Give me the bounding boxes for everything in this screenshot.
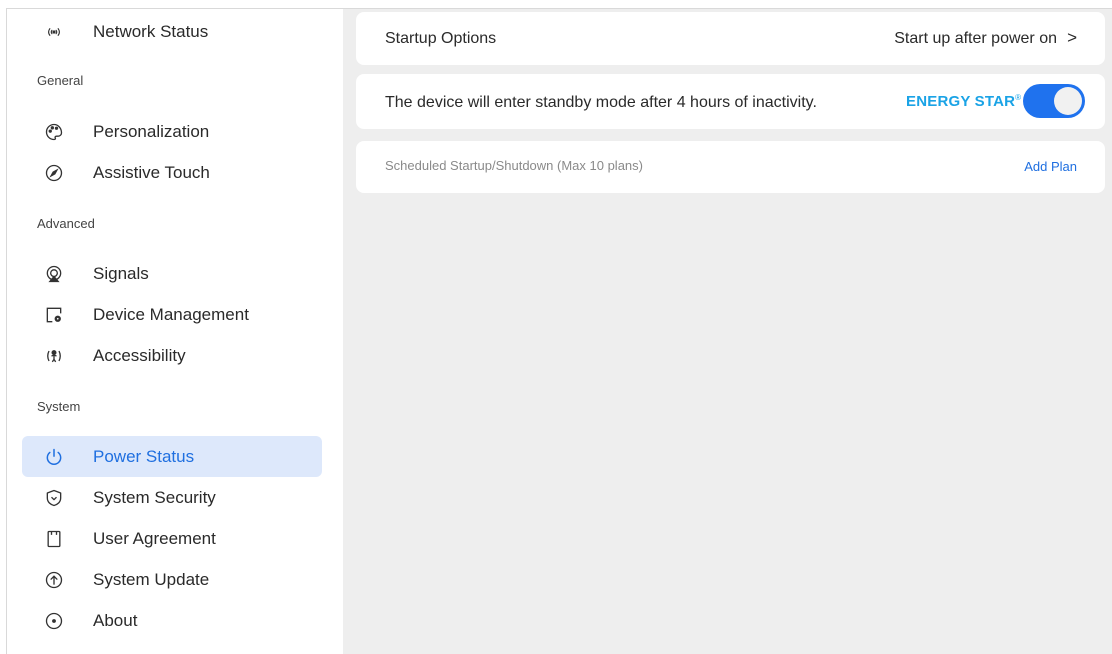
sidebar-item-label: About (93, 610, 138, 630)
startup-options-label: Startup Options (385, 30, 497, 47)
sidebar-item-system-security[interactable]: System Security (22, 477, 322, 518)
sidebar: Network Status General Personalization A… (7, 9, 343, 654)
sidebar-item-power-status[interactable]: Power Status (22, 436, 322, 477)
info-dot-icon (43, 610, 65, 632)
section-header-system: System (37, 399, 81, 414)
schedule-label: Scheduled Startup/Shutdown (Max 10 plans… (385, 158, 643, 173)
sidebar-item-label: Power Status (93, 446, 195, 466)
sidebar-item-system-update[interactable]: System Update (22, 559, 322, 600)
standby-row: The device will enter standby mode after… (356, 74, 1105, 129)
palette-icon (43, 121, 65, 143)
startup-options-value: Start up after power on (894, 30, 1057, 47)
sidebar-item-device-management[interactable]: Device Management (22, 294, 322, 335)
schedule-row: Scheduled Startup/Shutdown (Max 10 plans… (356, 141, 1105, 193)
main-panel: Startup Options Start up after power on … (343, 9, 1112, 654)
section-header-general: General (37, 73, 84, 88)
sidebar-item-label: System Update (93, 569, 210, 589)
sidebar-item-personalization[interactable]: Personalization (22, 111, 322, 152)
signal-source-icon (43, 263, 65, 285)
sidebar-item-about[interactable]: About (22, 600, 322, 641)
energy-star-logo: ENERGY STAR® (906, 93, 1022, 110)
startup-options-row[interactable]: Startup Options Start up after power on … (356, 12, 1105, 65)
shield-icon (43, 487, 65, 509)
section-header-advanced: Advanced (37, 216, 95, 231)
sidebar-item-label: Personalization (93, 121, 210, 141)
sidebar-item-label: User Agreement (93, 528, 216, 548)
device-settings-icon (43, 304, 65, 326)
sidebar-item-label: Signals (93, 263, 149, 283)
sidebar-item-label: Network Status (93, 21, 209, 41)
toggle-knob (1054, 87, 1082, 115)
standby-description: The device will enter standby mode after… (385, 94, 817, 111)
add-plan-button[interactable]: Add Plan (1024, 159, 1077, 174)
sidebar-item-user-agreement[interactable]: User Agreement (22, 518, 322, 559)
document-icon (43, 528, 65, 550)
upload-icon (43, 569, 65, 591)
sidebar-item-label: Device Management (93, 304, 249, 324)
sidebar-item-label: System Security (93, 487, 216, 507)
settings-window: Network Status General Personalization A… (6, 8, 1112, 654)
compass-icon (43, 162, 65, 184)
sidebar-item-signals[interactable]: Signals (22, 253, 322, 294)
wifi-broadcast-icon (43, 21, 65, 43)
sidebar-item-label: Assistive Touch (93, 162, 210, 182)
standby-toggle[interactable] (1023, 84, 1085, 118)
accessibility-icon (43, 345, 65, 367)
sidebar-item-network-status[interactable]: Network Status (22, 11, 322, 52)
sidebar-item-assistive-touch[interactable]: Assistive Touch (22, 152, 322, 193)
power-icon (43, 446, 65, 468)
sidebar-item-accessibility[interactable]: Accessibility (22, 335, 322, 376)
chevron-right-icon: > (1067, 28, 1077, 47)
sidebar-item-label: Accessibility (93, 345, 186, 365)
